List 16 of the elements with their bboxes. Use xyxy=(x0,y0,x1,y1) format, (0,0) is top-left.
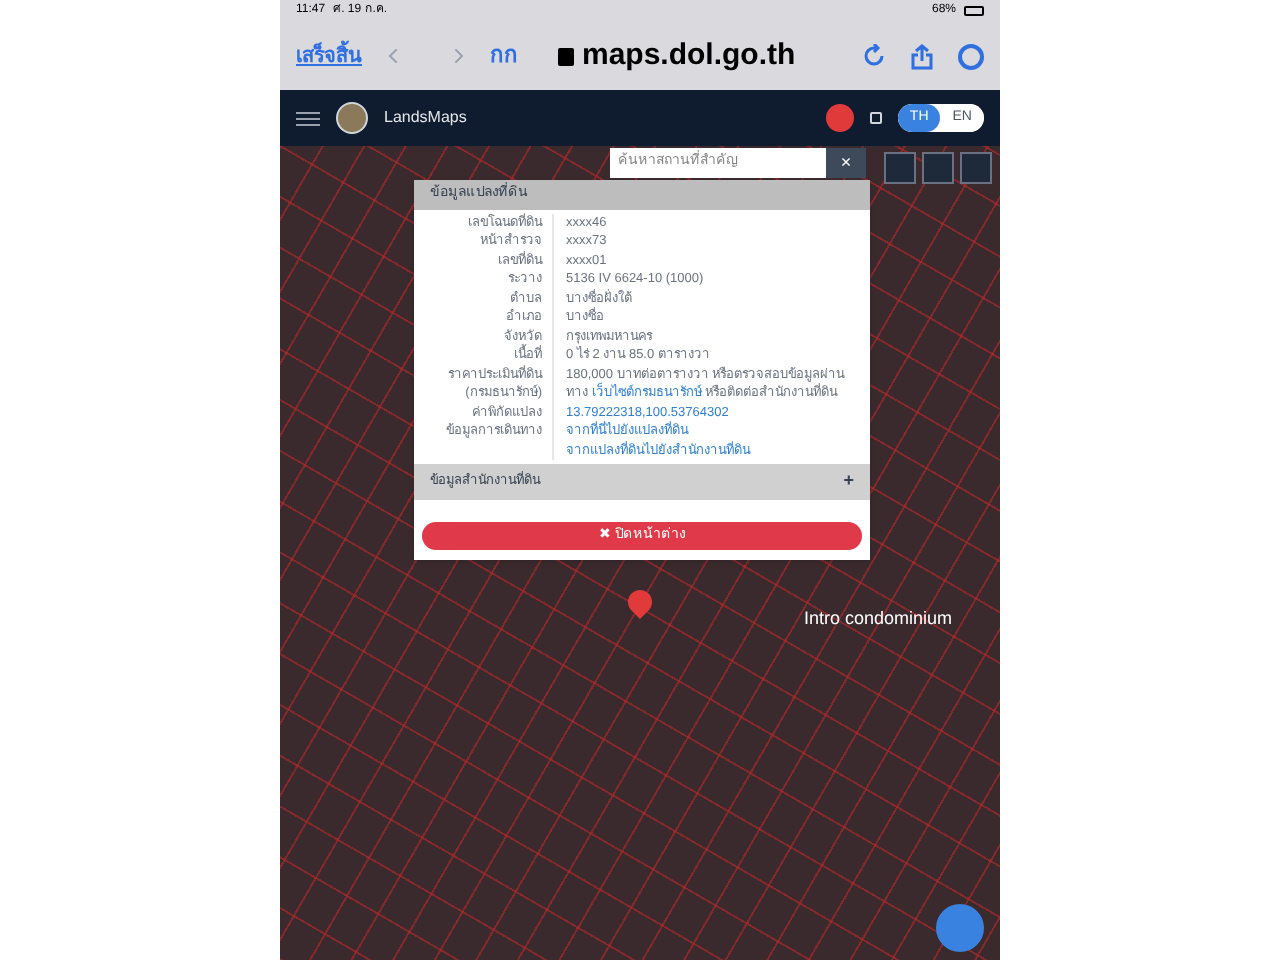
text-size-button[interactable]: กก xyxy=(490,39,518,73)
battery-icon xyxy=(964,6,984,16)
done-link[interactable]: เสร็จสิ้น xyxy=(296,41,362,71)
clear-button[interactable]: × xyxy=(826,148,866,178)
logo-icon xyxy=(336,102,368,134)
forward-icon[interactable] xyxy=(450,46,466,66)
map-label: Intro condominium xyxy=(804,606,953,632)
url-text: maps.dol.go.th xyxy=(582,35,796,76)
share-icon[interactable] xyxy=(910,43,934,69)
back-icon[interactable] xyxy=(386,46,402,66)
menu-icon[interactable] xyxy=(296,111,320,125)
app-title: LandsMaps xyxy=(384,106,467,130)
satellite-map[interactable] xyxy=(280,146,1000,960)
map-pin-icon[interactable] xyxy=(623,585,657,619)
reload-icon[interactable] xyxy=(862,43,886,67)
expand-icon[interactable]: + xyxy=(843,468,854,495)
